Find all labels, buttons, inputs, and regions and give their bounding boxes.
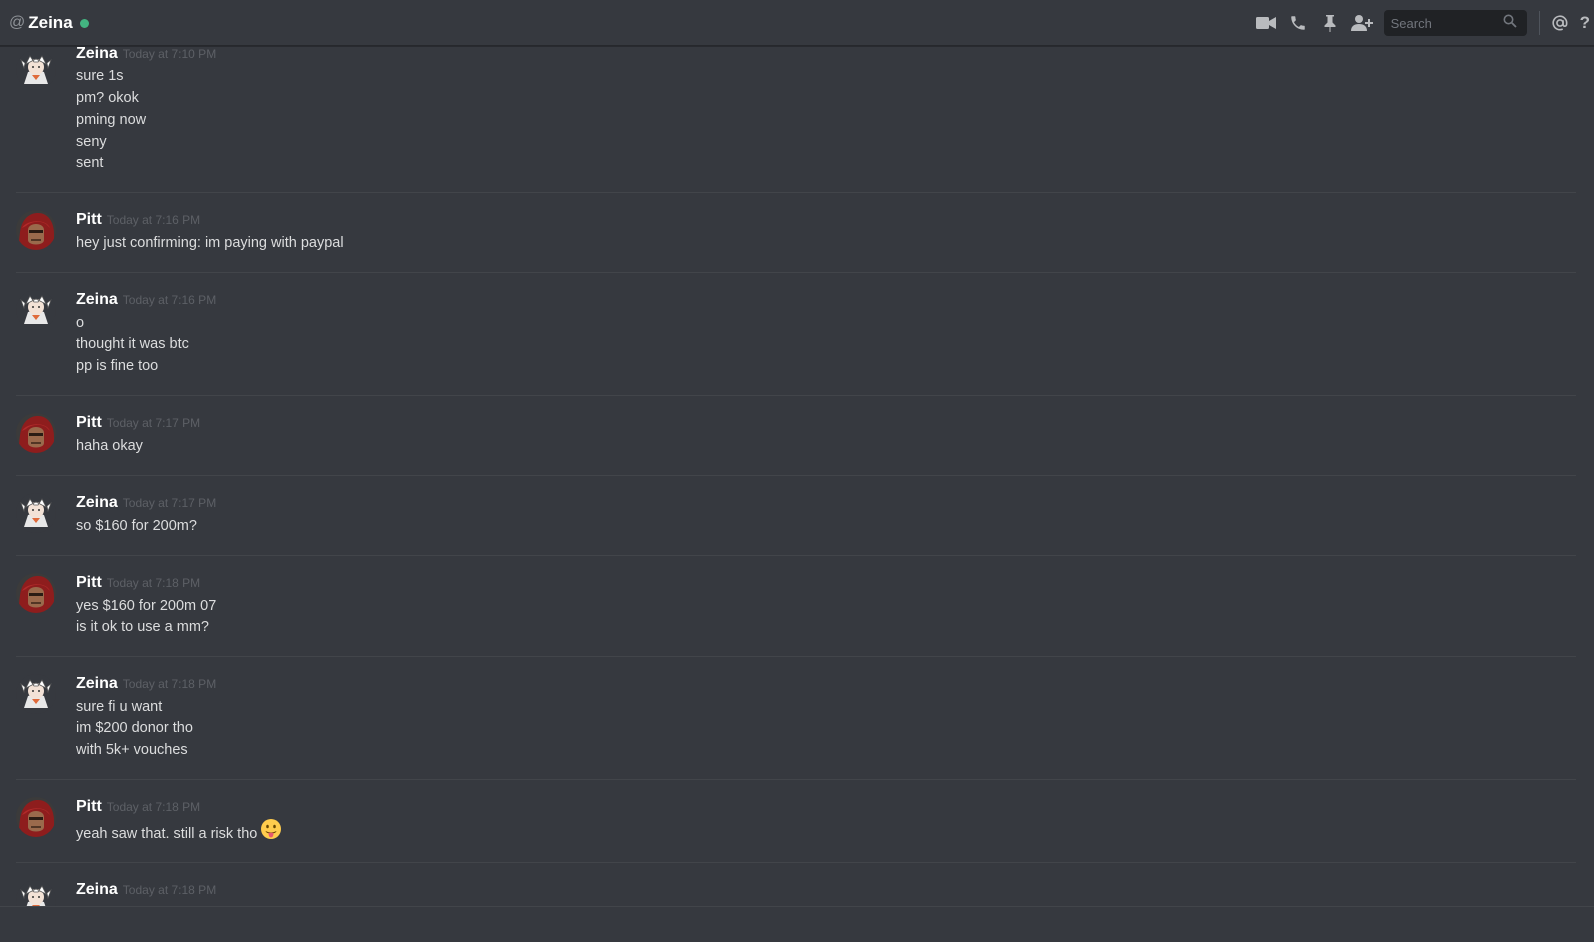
message-author[interactable]: Pitt Today at 7:16 PM <box>76 211 200 229</box>
message-author[interactable]: Pitt Today at 7:18 PM <box>76 798 200 816</box>
message-content: with 5k+ vouches <box>76 742 188 758</box>
message-content: hey just confirming: im paying with payp… <box>76 235 344 251</box>
message-group: Zeina Today at 7:16 PM o thought it was b… <box>16 272 1576 395</box>
message-timestamp: Today at 7:10 PM <box>122 47 217 61</box>
search-icon[interactable] <box>1503 14 1517 32</box>
message-author[interactable]: Zeina Today at 7:16 PM <box>76 291 216 309</box>
message-timestamp: Today at 7:18 PM <box>106 800 201 814</box>
message-group: Zeina Today at 7:17 PM so $160 for 200m? <box>16 475 1576 555</box>
message-group: Pitt Today at 7:17 PM haha okay <box>16 395 1576 475</box>
message-author[interactable]: Pitt Today at 7:17 PM <box>76 414 200 432</box>
zeina-avatar[interactable] <box>16 493 56 533</box>
message-group: Zeina Today at 7:10 PM sure 1s pm? okok p… <box>16 46 1576 192</box>
message-group: Pitt Today at 7:16 PM hey just confirming… <box>16 192 1576 272</box>
message-author[interactable]: Zeina Today at 7:18 PM <box>76 881 216 899</box>
message-content: pp is fine too <box>76 358 159 374</box>
pitt-avatar[interactable] <box>16 573 56 613</box>
at-symbol: @ <box>9 13 26 31</box>
message-content: haha okay <box>76 438 143 454</box>
message-content: so $160 for 200m? <box>76 518 197 534</box>
message-group: Zeina Today at 7:18 PM <box>16 862 1576 906</box>
add-friend-icon[interactable] <box>1350 11 1374 35</box>
message-timestamp: Today at 7:18 PM <box>106 576 201 590</box>
voice-call-icon[interactable] <box>1286 11 1310 35</box>
message-content: im $200 donor tho <box>76 720 193 736</box>
message-content: is it ok to use a mm? <box>76 619 209 635</box>
message-content: yes $160 for 200m 07 <box>76 598 217 614</box>
message-group: Pitt Today at 7:18 PM yeah saw that. stil… <box>16 779 1576 862</box>
online-status-icon <box>79 18 89 28</box>
header-toolbar: ? <box>1254 0 1594 46</box>
message-content: o <box>76 315 85 331</box>
header-divider <box>1538 11 1540 35</box>
message-content: thought it was btc <box>76 336 189 352</box>
message-timestamp: Today at 7:18 PM <box>122 883 217 897</box>
message-content: yeah saw that. still a risk tho <box>76 819 282 843</box>
dm-recipient-name[interactable]: Zeina <box>28 13 72 33</box>
message-group: Zeina Today at 7:18 PM sure fi u want im … <box>16 656 1576 779</box>
message-content: pm? okok <box>76 90 139 106</box>
zeina-avatar[interactable] <box>16 290 56 330</box>
message-input-area <box>0 906 1594 942</box>
video-call-icon[interactable] <box>1254 11 1278 35</box>
search-input[interactable] <box>1390 15 1503 31</box>
zeina-avatar[interactable] <box>16 880 56 906</box>
mention-icon[interactable] <box>1548 11 1572 35</box>
help-icon[interactable]: ? <box>1580 11 1590 35</box>
zeina-avatar[interactable] <box>16 674 56 714</box>
message-list: Zeina Today at 7:10 PM sure 1s pm? okok p… <box>0 46 1594 906</box>
message-timestamp: Today at 7:17 PM <box>106 416 201 430</box>
message-author[interactable]: Zeina Today at 7:17 PM <box>76 494 216 512</box>
pitt-avatar[interactable] <box>16 797 56 837</box>
message-content: seny <box>76 134 107 150</box>
channel-header: @ Zeina ? <box>0 0 1594 46</box>
message-author[interactable]: Zeina Today at 7:10 PM <box>76 46 216 63</box>
message-timestamp: Today at 7:18 PM <box>122 677 217 691</box>
message-timestamp: Today at 7:16 PM <box>122 293 217 307</box>
pin-icon[interactable] <box>1318 11 1342 35</box>
message-content: sure 1s <box>76 68 124 84</box>
message-group: Pitt Today at 7:18 PM yes $160 for 200m 0… <box>16 555 1576 656</box>
zeina-avatar[interactable] <box>16 50 56 90</box>
message-timestamp: Today at 7:16 PM <box>106 213 201 227</box>
message-content: sent <box>76 155 104 171</box>
message-content: pming now <box>76 112 147 128</box>
message-timestamp: Today at 7:17 PM <box>122 496 217 510</box>
message-content: sure fi u want <box>76 699 163 715</box>
pitt-avatar[interactable] <box>16 210 56 250</box>
message-author[interactable]: Pitt Today at 7:18 PM <box>76 574 200 592</box>
message-author[interactable]: Zeina Today at 7:18 PM <box>76 675 216 693</box>
stuck-out-tongue-emoji[interactable] <box>260 818 282 847</box>
pitt-avatar[interactable] <box>16 413 56 453</box>
search-box[interactable] <box>1383 10 1527 36</box>
